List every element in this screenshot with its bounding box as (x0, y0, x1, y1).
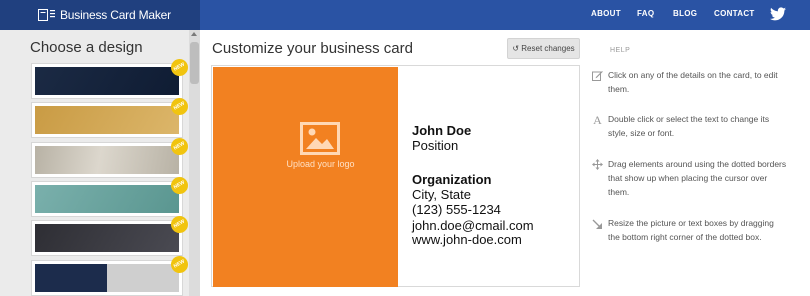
help-item-font: Double click or select the text to chang… (608, 114, 770, 138)
card-name[interactable]: John Doe (412, 123, 471, 138)
help-item-edit: Click on any of the details on the card,… (608, 70, 778, 94)
design-preview (35, 264, 179, 292)
card-organization[interactable]: Organization (412, 172, 491, 187)
design-preview (35, 106, 179, 134)
design-preview (35, 67, 179, 95)
design-thumbnail[interactable] (31, 102, 183, 138)
design-thumbnail[interactable] (31, 260, 183, 296)
business-card-icon (38, 9, 55, 21)
scrollbar-thumb[interactable] (190, 42, 199, 84)
sidebar-title: Choose a design (30, 39, 143, 56)
card-phone[interactable]: (123) 555-1234 (412, 202, 501, 217)
design-preview (35, 224, 179, 252)
brand-name: Business Card Maker (60, 8, 171, 22)
edit-icon (592, 71, 603, 81)
move-icon (592, 159, 603, 170)
scroll-up-arrow-icon[interactable] (191, 32, 197, 36)
card-position[interactable]: Position (412, 138, 458, 153)
nav-contact[interactable]: CONTACT (714, 9, 755, 18)
undo-icon: ↺ (512, 44, 520, 53)
upload-logo-label: Upload your logo (286, 159, 355, 169)
page-title: Customize your business card (212, 40, 413, 57)
twitter-icon[interactable] (770, 7, 786, 21)
image-icon (300, 122, 340, 155)
design-thumbnail[interactable] (31, 63, 183, 99)
design-thumbnail[interactable] (31, 142, 183, 178)
font-icon: A (593, 113, 602, 127)
resize-icon (592, 219, 602, 229)
business-card-preview: Upload your logo John Doe Position Organ… (211, 65, 580, 287)
design-preview (35, 146, 179, 174)
card-email[interactable]: john.doe@cmail.com (412, 218, 534, 233)
reset-label: Reset changes (521, 44, 575, 53)
nav-blog[interactable]: BLOG (673, 9, 697, 18)
design-preview (35, 185, 179, 213)
reset-changes-button[interactable]: ↺ Reset changes (507, 38, 580, 59)
logo-panel[interactable]: Upload your logo (213, 67, 398, 287)
nav-faq[interactable]: FAQ (637, 9, 654, 18)
nav-about[interactable]: ABOUT (591, 9, 621, 18)
help-item-move: Drag elements around using the dotted bo… (608, 159, 787, 197)
brand-logo[interactable]: Business Card Maker (0, 0, 200, 30)
help-title: HELP (610, 47, 631, 54)
help-item-resize: Resize the picture or text boxes by drag… (608, 218, 774, 242)
design-thumbnail[interactable] (31, 181, 183, 217)
card-city-state[interactable]: City, State (412, 187, 471, 202)
top-bar: Business Card Maker ABOUT FAQ BLOG CONTA… (0, 0, 810, 30)
design-thumbnail[interactable] (31, 220, 183, 256)
card-website[interactable]: www.john-doe.com (412, 232, 522, 247)
